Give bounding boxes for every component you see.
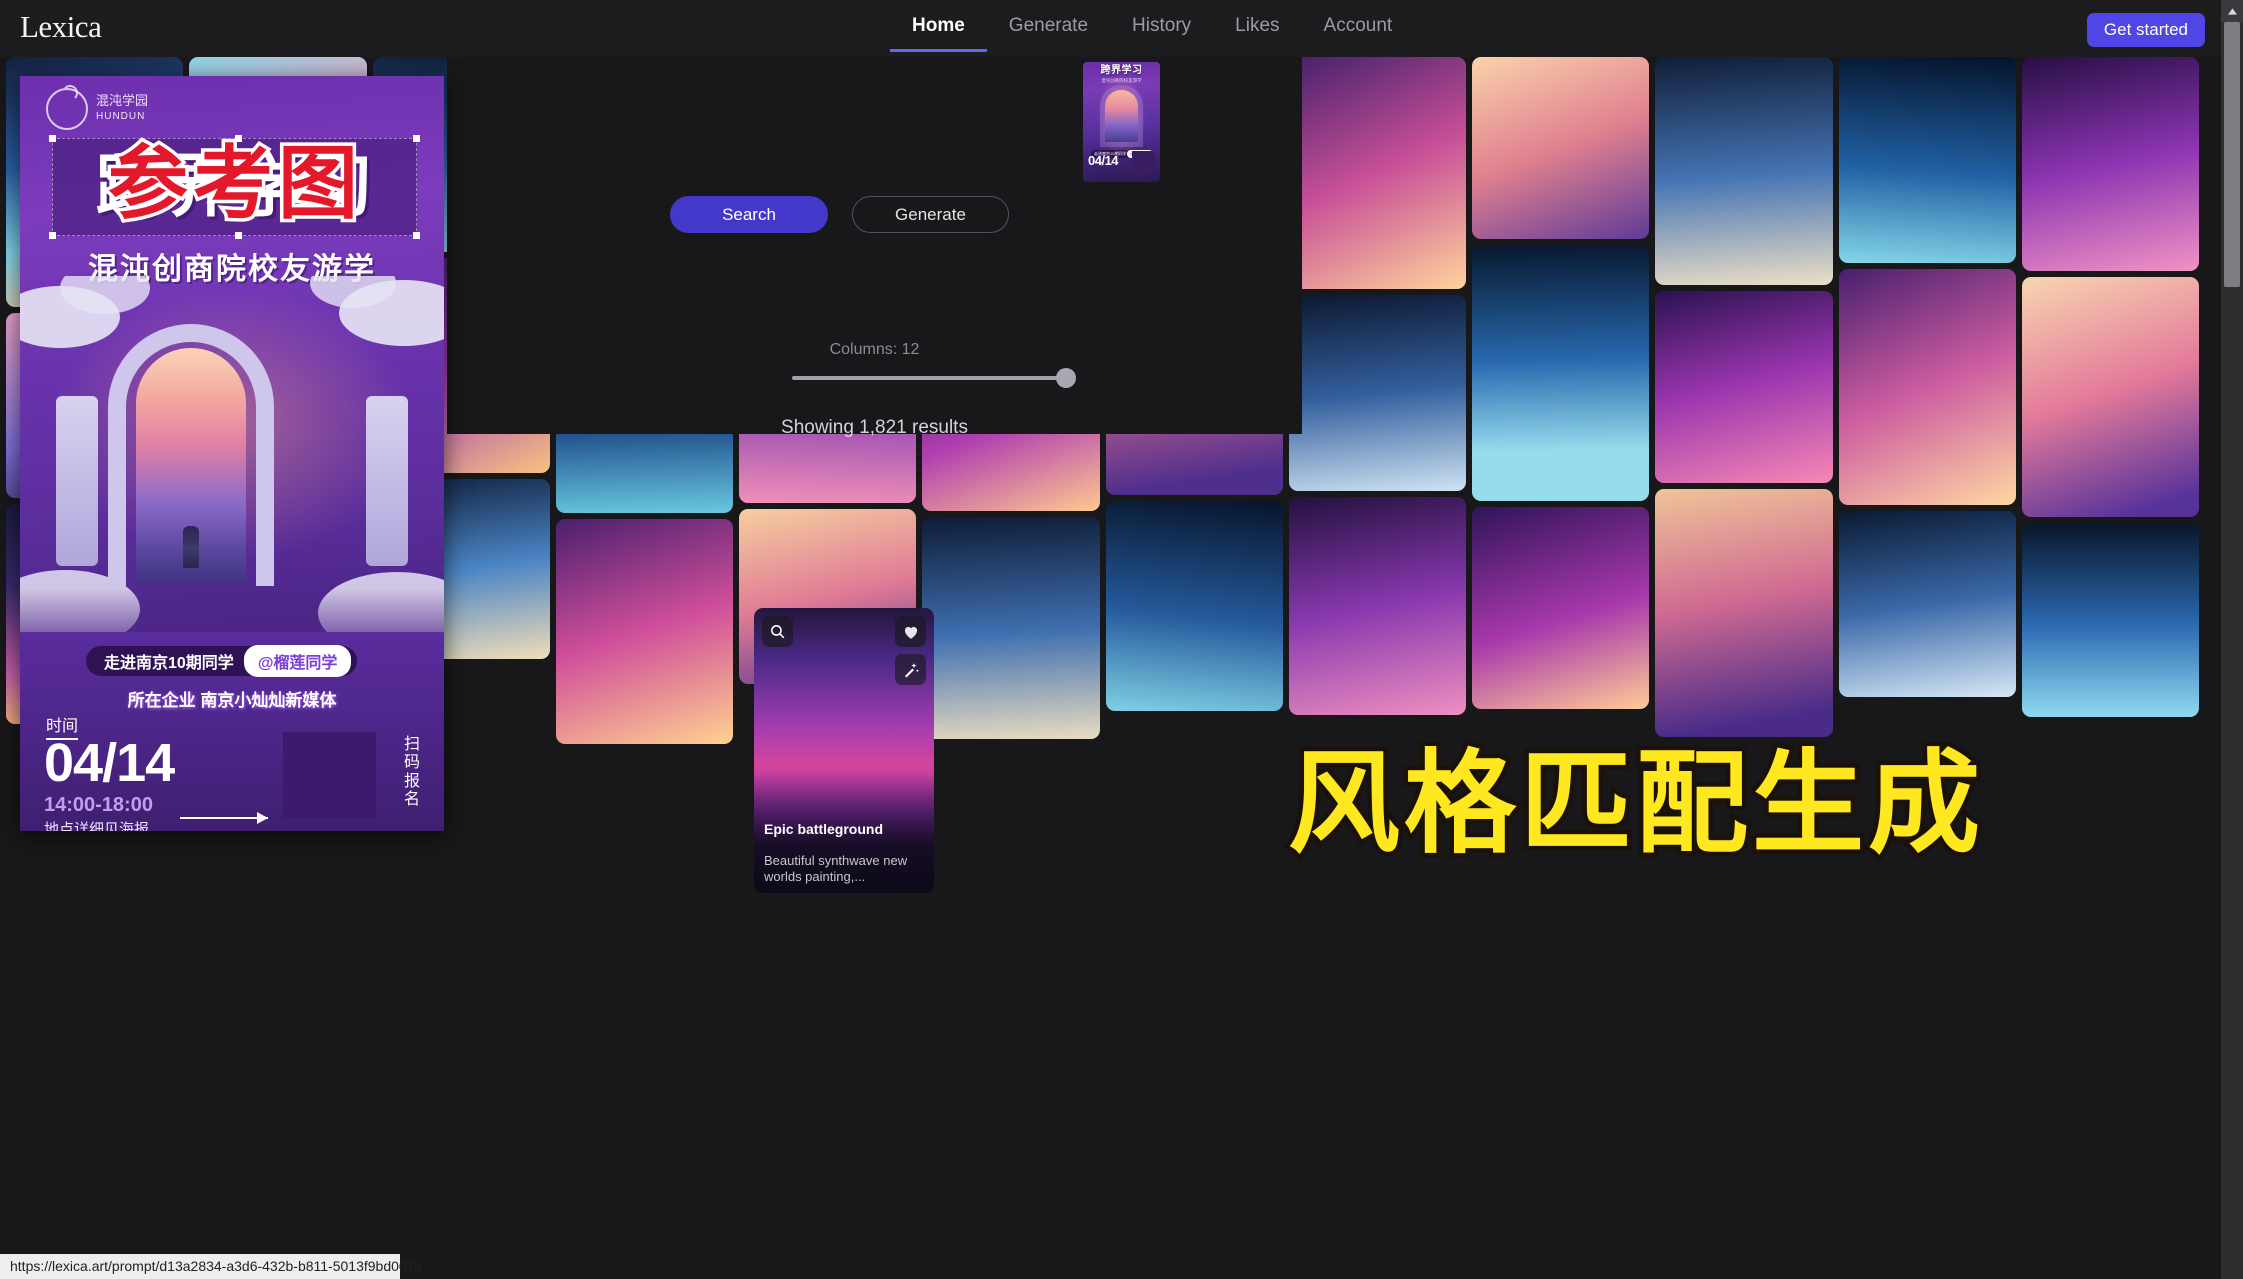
nav-item-account[interactable]: Account — [1302, 10, 1415, 49]
tile-image — [1472, 245, 1650, 501]
nav-item-likes[interactable]: Likes — [1213, 10, 1301, 49]
lexica-logo[interactable]: Lexica — [20, 9, 102, 45]
columns-slider[interactable] — [792, 368, 1076, 388]
tile-image — [1288, 57, 1466, 289]
poster-company: 所在企业 南京小灿灿新媒体 — [127, 691, 337, 710]
image-tile[interactable] — [2021, 523, 2199, 717]
tile-image — [2021, 57, 2199, 271]
poster-hours: 14:00-18:00 — [44, 794, 153, 816]
tile-image — [1288, 295, 1466, 491]
image-tile[interactable] — [1472, 507, 1650, 709]
poster-brand: 混沌学园 HUNDUN — [96, 92, 148, 123]
image-tile[interactable] — [1838, 57, 2016, 263]
image-card-hovered[interactable]: Epic battleground Beautiful synthwave ne… — [754, 608, 934, 893]
thumbnail-title: 跨界学习 — [1100, 65, 1143, 76]
tile-image — [1655, 291, 1833, 483]
generate-button[interactable]: Generate — [852, 196, 1009, 233]
poster-brand-sub: HUNDUN — [96, 110, 146, 122]
top-navigation-bar: Lexica Home Generate History Likes Account G… — [0, 0, 2243, 57]
tile-image — [1105, 501, 1283, 711]
action-button-row: Search Generate — [670, 196, 1009, 233]
nav-item-home[interactable]: Home — [890, 10, 987, 52]
image-tile[interactable] — [2021, 57, 2199, 271]
image-tile[interactable] — [1838, 511, 2016, 697]
heart-icon[interactable] — [895, 616, 926, 647]
thumbnail-date: 04/14 — [1088, 153, 1119, 168]
tile-image — [555, 519, 733, 744]
get-started-button[interactable]: Get started — [2086, 13, 2205, 47]
tile-image — [922, 517, 1100, 739]
poster-scan-text: 扫码报名 — [403, 736, 420, 809]
tile-image — [2021, 277, 2199, 517]
results-count: Showing 1,821 results — [781, 417, 968, 438]
tile-image — [2021, 523, 2199, 717]
columns-label: Columns: 12 — [829, 341, 920, 358]
tile-image — [1655, 489, 1833, 737]
thumbnail-arch-art — [1105, 90, 1138, 142]
tile-image — [1655, 57, 1833, 285]
status-bar-url: https://lexica.art/prompt/d13a2834-a3d6-… — [0, 1254, 422, 1279]
poster-date: 04/14 — [44, 733, 175, 793]
columns-slider-thumb[interactable] — [1056, 368, 1076, 388]
nav-links: Home Generate History Likes Account — [890, 10, 1414, 52]
image-tile[interactable] — [1288, 295, 1466, 491]
scrollbar-thumb[interactable] — [2224, 22, 2240, 287]
image-tile[interactable] — [1105, 501, 1283, 711]
image-tile[interactable] — [1655, 489, 1833, 737]
image-tile[interactable] — [1655, 291, 1833, 483]
image-tile[interactable] — [1288, 497, 1466, 715]
tile-image — [1838, 269, 2016, 505]
pillar-shape — [56, 396, 98, 566]
tile-image — [1838, 511, 2016, 697]
thumbnail-qr-placeholder — [1132, 151, 1155, 174]
tile-image — [1838, 57, 2016, 263]
reference-stamp-text: 参考图 — [105, 139, 363, 228]
card-description: Beautiful synthwave new worlds painting,… — [764, 852, 908, 884]
search-panel: 跨界学习 混沌创商院校友游学 走进南京10期同学 @榴莲同学 04/14 Sea… — [447, 57, 1302, 438]
card-title: Epic battleground — [764, 821, 883, 837]
image-tile[interactable] — [922, 517, 1100, 739]
image-tile[interactable] — [2021, 277, 2199, 517]
magic-wand-icon[interactable] — [895, 654, 926, 685]
pillar-shape — [366, 396, 408, 566]
search-button[interactable]: Search — [670, 196, 828, 233]
reference-poster-overlay: 混沌学园 HUNDUN 跨界学习 混沌创商院校友游学 参考图 走进南京10期同学… — [20, 76, 444, 831]
image-tile[interactable] — [1838, 269, 2016, 505]
uploaded-image-thumbnail[interactable]: 跨界学习 混沌创商院校友游学 走进南京10期同学 @榴莲同学 04/14 — [1083, 62, 1160, 182]
search-icon[interactable] — [762, 616, 793, 647]
tile-image — [1472, 57, 1650, 239]
image-tile[interactable] — [1472, 245, 1650, 501]
image-tile[interactable] — [1288, 57, 1466, 289]
tile-image — [1288, 497, 1466, 715]
poster-place: 地点详细见海报 — [44, 821, 150, 831]
scroll-up-arrow-icon[interactable] — [2221, 0, 2243, 22]
thumbnail-subtitle: 混沌创商院校友游学 — [1101, 78, 1142, 83]
poster-qr-code — [283, 732, 376, 818]
poster-pill-text: 走进南京10期同学 — [104, 655, 234, 672]
vertical-scrollbar[interactable] — [2221, 0, 2243, 1279]
hundun-logo-icon — [46, 85, 88, 130]
arrow-right-icon — [180, 812, 268, 824]
poster-attendee-pill: 走进南京10期同学 @榴莲同学 — [86, 645, 358, 677]
poster-info-block: 走进南京10期同学 @榴莲同学 所在企业 南京小灿灿新媒体 时间 04/14 1… — [20, 632, 444, 831]
style-match-annotation: 风格匹配生成 — [1284, 741, 1985, 866]
image-tile[interactable] — [1472, 57, 1650, 239]
nav-item-history[interactable]: History — [1110, 10, 1213, 49]
tile-image — [1472, 507, 1650, 709]
poster-brand-name: 混沌学园 — [96, 93, 149, 108]
person-silhouette — [183, 526, 199, 568]
poster-pill-chip: @榴莲同学 — [243, 645, 352, 677]
image-tile[interactable] — [1655, 57, 1833, 285]
nav-item-generate[interactable]: Generate — [987, 10, 1110, 49]
image-tile[interactable] — [555, 519, 733, 744]
